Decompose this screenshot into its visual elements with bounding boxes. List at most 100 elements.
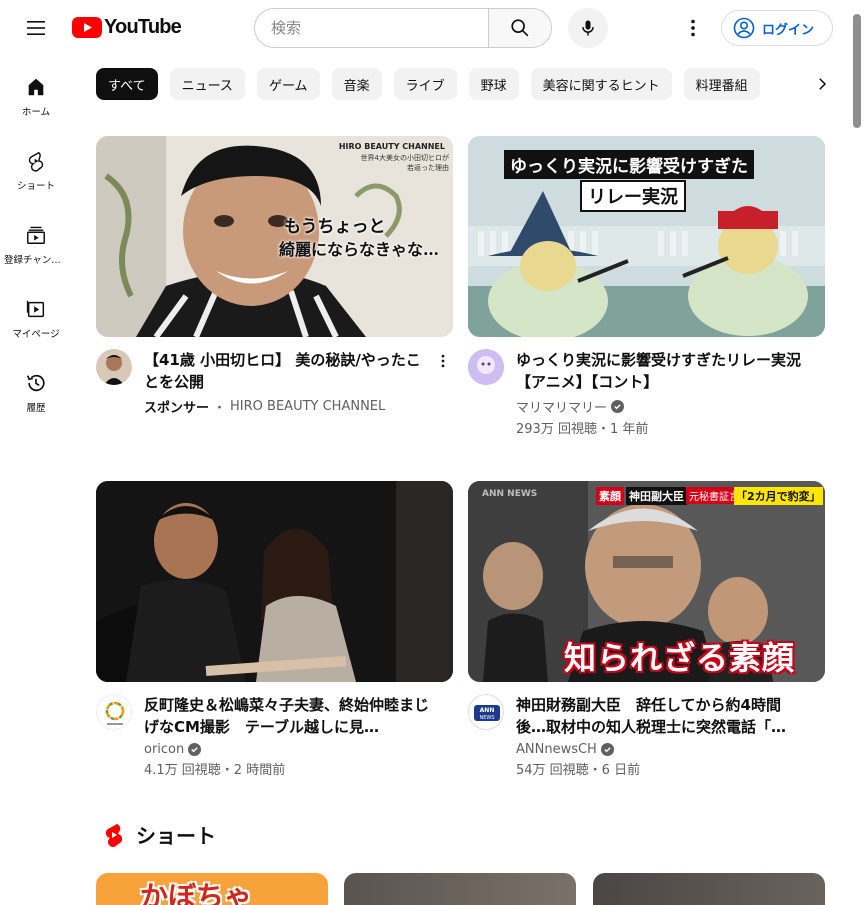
sidebar-item-label: ショート: [16, 181, 55, 192]
thumbnail-caption: リレー実況: [580, 180, 686, 212]
youtube-logo[interactable]: YouTube: [72, 15, 182, 38]
thumbnail-quote: 「2カ月で豹変」: [734, 487, 823, 505]
short-thumbnail[interactable]: [593, 873, 825, 905]
thumbnail-caption: もうちょっと: [284, 217, 386, 237]
shorts-icon: [28, 151, 44, 172]
youtube-play-logo-icon: [72, 16, 102, 38]
top-bar: YouTube ログイン: [0, 0, 865, 56]
sidebar-item-shorts[interactable]: ショート: [0, 130, 72, 204]
thumbnail-subtext: 世界4大美女の小田切ヒロが: [360, 154, 449, 162]
channel-name[interactable]: ANNnewsCH: [516, 742, 597, 757]
sidebar-item-subscriptions[interactable]: 登録チャンネル: [0, 204, 72, 278]
avatar-image: [104, 355, 124, 385]
home-icon: [28, 78, 44, 96]
thumbnail-caption: 綺麗にならなきゃな…: [279, 240, 440, 259]
video-card[interactable]: 反町隆史＆松嶋菜々子夫妻、終始仲睦まじげなCM撮影 テーブル越しに見… oric…: [96, 481, 453, 778]
separator-dot: ・: [213, 401, 227, 416]
channel-row: スポンサー ・ HIRO BEAUTY CHANNEL: [144, 397, 429, 416]
video-card[interactable]: HIRO BEAUTY CHANNEL 世界4大美女の小田切ヒロが 若返った理由…: [96, 136, 453, 416]
video-title[interactable]: 反町隆史＆松嶋菜々子夫妻、終始仲睦まじげなCM撮影 テーブル越しに見…: [144, 694, 429, 738]
chip-cooking[interactable]: 料理番組: [683, 68, 760, 100]
thumbnail-subtext: 若返った理由: [407, 164, 449, 172]
account-circle-icon: [733, 17, 755, 39]
chip-live[interactable]: ライブ: [393, 68, 457, 100]
video-stats: 4.1万 回視聴・2 時間前: [144, 763, 286, 778]
video-meta: 反町隆史＆松嶋菜々子夫妻、終始仲睦まじげなCM撮影 テーブル越しに見… oric…: [96, 694, 453, 778]
verified-badge-icon: [188, 743, 202, 756]
ann-news-logo-icon: ANN NEWS: [474, 705, 500, 721]
thumbnail-caption: ゆっくり実況に影響受けすぎた: [504, 150, 754, 179]
voice-search-button[interactable]: [568, 8, 608, 48]
more-vert-icon: [441, 354, 445, 368]
chevron-right-icon: [819, 78, 827, 90]
video-thumbnail[interactable]: HIRO BEAUTY CHANNEL 世界4大美女の小田切ヒロが 若返った理由…: [96, 136, 453, 337]
verified-badge-icon: [611, 400, 625, 413]
search-button[interactable]: [488, 9, 551, 47]
guide-menu-button[interactable]: [16, 8, 56, 48]
you-icon: [26, 300, 45, 318]
search-input[interactable]: [255, 9, 488, 47]
chip-all[interactable]: すべて: [96, 68, 158, 100]
video-stats: 54万 回視聴・6 日前: [516, 763, 641, 778]
svg-text:NEWS: NEWS: [479, 715, 494, 721]
avatar-image: [468, 349, 504, 385]
video-info: 神田財務副大臣 辞任してから約4時間後…取材中の知人税理士に突然電話「… ANN…: [516, 694, 825, 778]
chips-fade: [760, 68, 810, 100]
chip-news[interactable]: ニュース: [169, 68, 245, 100]
settings-more-button[interactable]: [673, 8, 713, 48]
sidebar-item-label: 履歴: [26, 403, 46, 414]
mini-guide-sidebar: ホーム ショート 登録チャンネル マイページ 履歴: [0, 56, 72, 426]
chip-baseball[interactable]: 野球: [468, 68, 519, 100]
short-thumbnail[interactable]: かぼちゃ: [96, 873, 328, 905]
video-stats: 293万 回視聴・1 年前: [516, 422, 649, 437]
video-card[interactable]: 素顔 神田副大臣 元秘書証言 「2カ月で豹変」 ANN NEWS 知られざる素顔…: [468, 481, 825, 778]
chip-music[interactable]: 音楽: [331, 68, 382, 100]
thumbnail-header: 神田副大臣: [626, 487, 687, 505]
shorts-logo-icon: [105, 823, 123, 847]
video-menu-button[interactable]: [433, 349, 453, 373]
channel-name[interactable]: マリマリマリー: [516, 397, 607, 416]
video-meta: 【41歳 小田切ヒロ】 美の秘訣/やったことを公開 スポンサー ・ HIRO B…: [96, 349, 453, 416]
video-meta: ANN NEWS 神田財務副大臣 辞任してから約4時間後…取材中の知人税理士に突…: [468, 694, 825, 778]
video-title[interactable]: 神田財務副大臣 辞任してから約4時間後…取材中の知人税理士に突然電話「…: [516, 694, 801, 738]
microphone-icon: [582, 20, 594, 36]
sidebar-item-you[interactable]: マイページ: [0, 278, 72, 352]
channel-avatar[interactable]: [96, 349, 132, 385]
video-thumbnail[interactable]: 素顔 神田副大臣 元秘書証言 「2カ月で豹変」 ANN NEWS 知られざる素顔: [468, 481, 825, 682]
sidebar-item-history[interactable]: 履歴: [0, 352, 72, 426]
channel-row: マリマリマリー: [516, 397, 801, 416]
short-thumbnail[interactable]: [344, 873, 576, 905]
channel-avatar[interactable]: ANN NEWS: [468, 694, 504, 730]
search-icon: [511, 19, 529, 37]
oricon-logo-icon: [105, 701, 125, 725]
chip-beauty-tips[interactable]: 美容に関するヒント: [530, 68, 672, 100]
thumbnail-image: [96, 481, 453, 682]
chips-next-button[interactable]: [806, 68, 838, 100]
video-meta: ゆっくり実況に影響受けすぎたリレー実況【アニメ】【コント】 マリマリマリー 29…: [468, 349, 825, 437]
video-title[interactable]: 【41歳 小田切ヒロ】 美の秘訣/やったことを公開: [144, 349, 429, 393]
search-box: [254, 8, 552, 48]
video-title[interactable]: ゆっくり実況に影響受けすぎたリレー実況【アニメ】【コント】: [516, 349, 801, 393]
svg-text:ANN: ANN: [480, 707, 495, 714]
channel-name[interactable]: oricon: [144, 742, 184, 757]
login-label: ログイン: [762, 22, 815, 38]
sidebar-item-home[interactable]: ホーム: [0, 56, 72, 130]
video-info: ゆっくり実況に影響受けすぎたリレー実況【アニメ】【コント】 マリマリマリー 29…: [516, 349, 825, 437]
video-thumbnail[interactable]: ゆっくり実況に影響受けすぎた リレー実況: [468, 136, 825, 337]
history-icon: [26, 374, 45, 392]
video-card[interactable]: ゆっくり実況に影響受けすぎた リレー実況 ゆっくり実況に影響受けすぎたリレー実況…: [468, 136, 825, 437]
logo-text: YouTube: [104, 15, 182, 38]
category-chips-bar: すべて ニュース ゲーム 音楽 ライブ 野球 美容に関するヒント 料理番組: [96, 68, 808, 100]
thumbnail-logo: ANN NEWS: [482, 489, 538, 499]
channel-row: ANNnewsCH: [516, 742, 801, 757]
login-button[interactable]: ログイン: [721, 10, 833, 46]
channel-avatar[interactable]: [468, 349, 504, 385]
page-scrollbar[interactable]: [853, 14, 861, 128]
shorts-shelf-title: ショート: [136, 824, 216, 848]
chip-gaming[interactable]: ゲーム: [256, 68, 320, 100]
video-thumbnail[interactable]: [96, 481, 453, 682]
channel-name[interactable]: HIRO BEAUTY CHANNEL: [230, 399, 385, 414]
subscriptions-icon: [27, 226, 45, 244]
channel-avatar[interactable]: [96, 694, 132, 730]
thumbnail-channel-text: HIRO BEAUTY CHANNEL: [338, 142, 445, 151]
